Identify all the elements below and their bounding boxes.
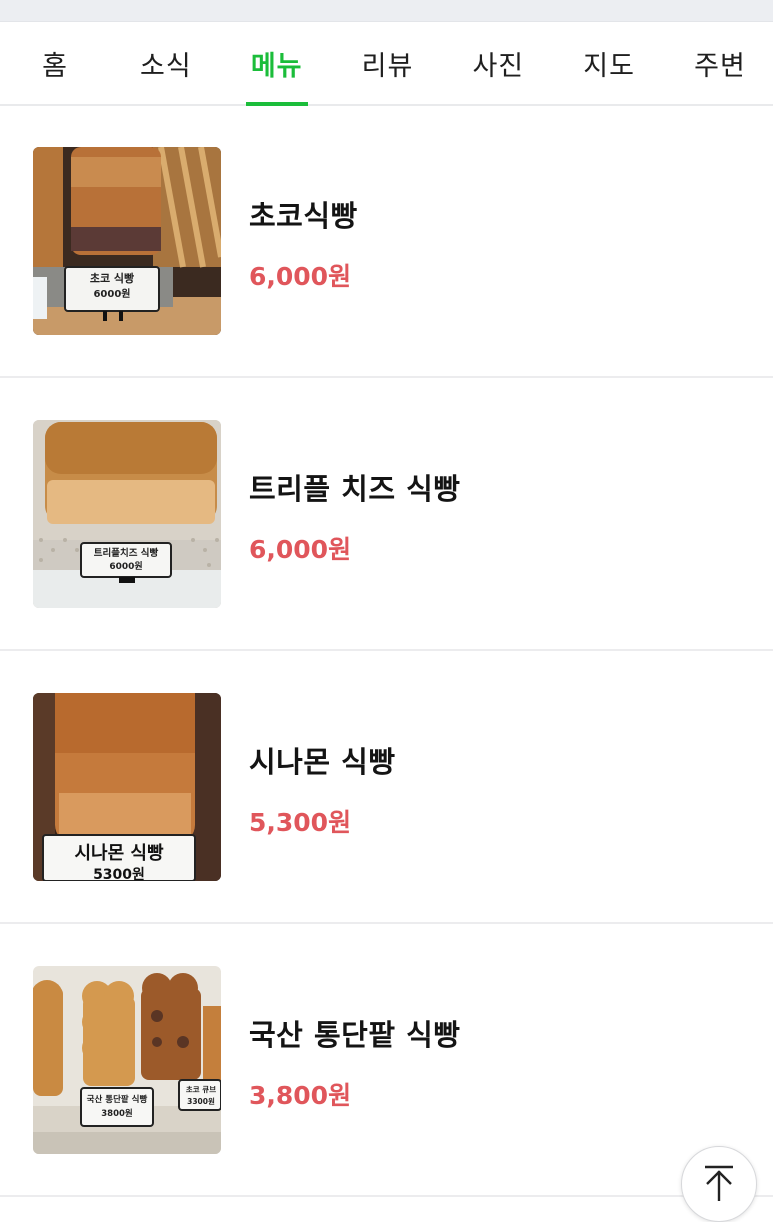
tab-reviews[interactable]: 리뷰 — [352, 22, 422, 104]
photo-sign-price: 6000원 — [93, 287, 130, 300]
photo-sign-price: 3800원 — [101, 1108, 133, 1119]
menu-item[interactable]: 시나몬 식빵 5300원 시나몬 식빵 5,300원 — [0, 651, 773, 924]
photo-sign2-title: 초코 큐브 — [186, 1085, 216, 1094]
menu-item-price: 3,800원 — [249, 1080, 352, 1110]
tab-home[interactable]: 홈 — [20, 22, 90, 104]
menu-list: 초코 식빵 6000원 초코식빵 6,000원 트리플치즈 식빵 6000원 트… — [0, 106, 773, 1197]
menu-item-name: 시나몬 식빵 — [249, 744, 396, 779]
photo-sign-price: 5300원 — [93, 867, 145, 881]
menu-item-price: 6,000원 — [249, 262, 352, 291]
status-strip — [0, 0, 773, 22]
menu-item-price: 6,000원 — [249, 534, 352, 564]
menu-item-name: 트리플 치즈 식빵 — [249, 471, 461, 506]
menu-photo: 트리플치즈 식빵 6000원 — [33, 419, 221, 608]
menu-photo: 국산 통단팥 식빵 3800원 초코 큐브 3300원 — [33, 965, 221, 1154]
photo-sign-title: 국산 통단팥 식빵 — [87, 1094, 148, 1105]
scroll-to-top-button[interactable] — [681, 1146, 757, 1222]
menu-photo: 시나몬 식빵 5300원 — [33, 692, 221, 881]
menu-item[interactable]: 국산 통단팥 식빵 3800원 초코 큐브 3300원 국산 통단팥 식빵 3,… — [0, 924, 773, 1197]
tab-nearby[interactable]: 주변 — [685, 22, 755, 104]
photo-sign-title: 트리플치즈 식빵 — [94, 547, 159, 559]
tab-menu[interactable]: 메뉴 — [242, 22, 312, 106]
photo-sign-price: 6000원 — [109, 560, 142, 572]
photo-sign-title: 초코 식빵 — [90, 271, 134, 285]
menu-item-name: 국산 통단팥 식빵 — [249, 1017, 461, 1052]
menu-item[interactable]: 초코 식빵 6000원 초코식빵 6,000원 — [0, 106, 773, 378]
tab-map[interactable]: 지도 — [574, 22, 644, 104]
photo-sign2-price: 3300원 — [187, 1096, 215, 1106]
arrow-up-to-top-icon — [702, 1165, 736, 1207]
tab-bar: 홈 소식 메뉴 리뷰 사진 지도 주변 — [0, 22, 773, 106]
menu-item[interactable]: 트리플치즈 식빵 6000원 트리플 치즈 식빵 6,000원 — [0, 378, 773, 651]
tab-news[interactable]: 소식 — [131, 22, 201, 104]
menu-item-price: 5,300원 — [249, 807, 352, 837]
menu-item-name: 초코식빵 — [249, 199, 358, 233]
tab-photos[interactable]: 사진 — [463, 22, 533, 104]
photo-sign-title: 시나몬 식빵 — [74, 843, 164, 864]
menu-photo: 초코 식빵 6000원 — [33, 147, 221, 335]
